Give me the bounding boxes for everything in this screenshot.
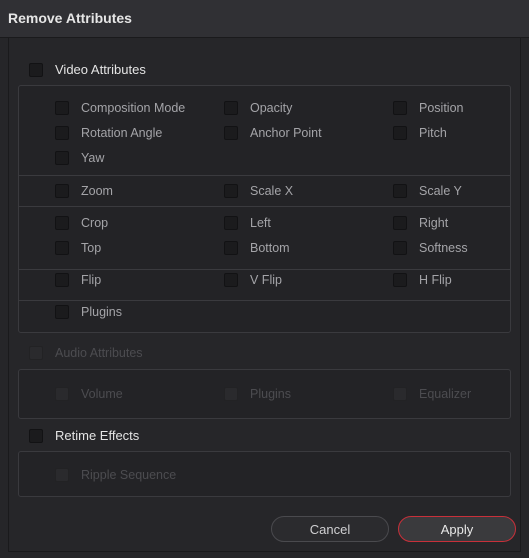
option-label: Scale X [250, 184, 294, 198]
crop-checkbox[interactable] [55, 216, 69, 230]
option-left[interactable]: Left [224, 216, 271, 230]
option-anchor-point[interactable]: Anchor Point [224, 126, 322, 140]
option-ripple-sequence: Ripple Sequence [55, 468, 176, 482]
divider [19, 206, 510, 207]
anchor-point-checkbox[interactable] [224, 126, 238, 140]
audio-attributes-toggle: Audio Attributes [29, 346, 143, 360]
divider [19, 175, 510, 176]
equalizer-checkbox [393, 387, 407, 401]
option-label: Scale Y [419, 184, 462, 198]
cancel-button[interactable]: Cancel [271, 516, 389, 542]
option-label: V Flip [250, 273, 282, 287]
option-label: Crop [81, 216, 109, 230]
option-label: Pitch [419, 126, 447, 140]
option-label: Ripple Sequence [81, 468, 177, 482]
option-scale-x[interactable]: Scale X [224, 184, 293, 198]
audio-plugins-checkbox [224, 387, 238, 401]
divider [19, 300, 510, 301]
option-rotation-angle[interactable]: Rotation Angle [55, 126, 162, 140]
option-v-flip[interactable]: V Flip [224, 273, 282, 287]
option-label: Softness [419, 241, 468, 255]
option-flip[interactable]: Flip [55, 273, 101, 287]
flip-checkbox[interactable] [55, 273, 69, 287]
option-opacity[interactable]: Opacity [224, 101, 292, 115]
scale-x-checkbox[interactable] [224, 184, 238, 198]
yaw-checkbox[interactable] [55, 151, 69, 165]
option-zoom[interactable]: Zoom [55, 184, 113, 198]
option-scale-y[interactable]: Scale Y [393, 184, 462, 198]
audio-attributes-checkbox [29, 346, 43, 360]
option-label: Zoom [81, 184, 113, 198]
option-softness[interactable]: Softness [393, 241, 468, 255]
option-label: Volume [81, 387, 123, 401]
option-label: Anchor Point [250, 126, 322, 140]
option-pitch[interactable]: Pitch [393, 126, 447, 140]
left-checkbox[interactable] [224, 216, 238, 230]
option-label: Top [81, 241, 102, 255]
option-crop[interactable]: Crop [55, 216, 108, 230]
retime-effects-checkbox[interactable] [29, 428, 43, 443]
rotation-angle-checkbox[interactable] [55, 126, 69, 140]
option-label: Position [419, 101, 464, 115]
video-attributes-toggle[interactable]: Video Attributes [29, 62, 146, 77]
option-label: Composition Mode [81, 101, 186, 115]
softness-checkbox[interactable] [393, 241, 407, 255]
remove-attributes-dialog: Remove Attributes Video Attributes Compo… [0, 0, 529, 558]
option-h-flip[interactable]: H Flip [393, 273, 452, 287]
opacity-checkbox[interactable] [224, 101, 238, 115]
title-bar: Remove Attributes [0, 0, 529, 38]
dialog-title: Remove Attributes [8, 10, 132, 26]
scale-y-checkbox[interactable] [393, 184, 407, 198]
divider [19, 269, 510, 270]
apply-button[interactable]: Apply [398, 516, 516, 542]
v-flip-checkbox[interactable] [224, 273, 238, 287]
video-attributes-group [18, 85, 511, 333]
option-audio-plugins: Plugins [224, 387, 291, 401]
audio-attributes-label: Audio Attributes [55, 346, 143, 360]
ripple-sequence-checkbox [55, 468, 69, 482]
option-composition-mode[interactable]: Composition Mode [55, 101, 185, 115]
bottom-checkbox[interactable] [224, 241, 238, 255]
option-equalizer: Equalizer [393, 387, 471, 401]
option-label: Right [419, 216, 449, 230]
option-bottom[interactable]: Bottom [224, 241, 290, 255]
retime-effects-label: Retime Effects [55, 428, 140, 443]
option-label: Plugins [81, 305, 122, 319]
h-flip-checkbox[interactable] [393, 273, 407, 287]
option-label: Flip [81, 273, 102, 287]
option-label: Equalizer [419, 387, 472, 401]
retime-effects-toggle[interactable]: Retime Effects [29, 428, 139, 443]
option-position[interactable]: Position [393, 101, 463, 115]
option-label: Yaw [81, 151, 105, 165]
option-right[interactable]: Right [393, 216, 448, 230]
option-volume: Volume [55, 387, 123, 401]
option-label: Opacity [250, 101, 293, 115]
volume-checkbox [55, 387, 69, 401]
video-attributes-label: Video Attributes [55, 62, 146, 77]
right-checkbox[interactable] [393, 216, 407, 230]
position-checkbox[interactable] [393, 101, 407, 115]
zoom-checkbox[interactable] [55, 184, 69, 198]
option-label: Rotation Angle [81, 126, 163, 140]
option-video-plugins[interactable]: Plugins [55, 305, 122, 319]
top-checkbox[interactable] [55, 241, 69, 255]
video-plugins-checkbox[interactable] [55, 305, 69, 319]
video-attributes-checkbox[interactable] [29, 62, 43, 77]
pitch-checkbox[interactable] [393, 126, 407, 140]
option-label: Bottom [250, 241, 290, 255]
option-top[interactable]: Top [55, 241, 101, 255]
option-label: Plugins [250, 387, 291, 401]
option-label: Left [250, 216, 271, 230]
option-label: H Flip [419, 273, 452, 287]
option-yaw[interactable]: Yaw [55, 151, 104, 165]
composition-mode-checkbox[interactable] [55, 101, 69, 115]
